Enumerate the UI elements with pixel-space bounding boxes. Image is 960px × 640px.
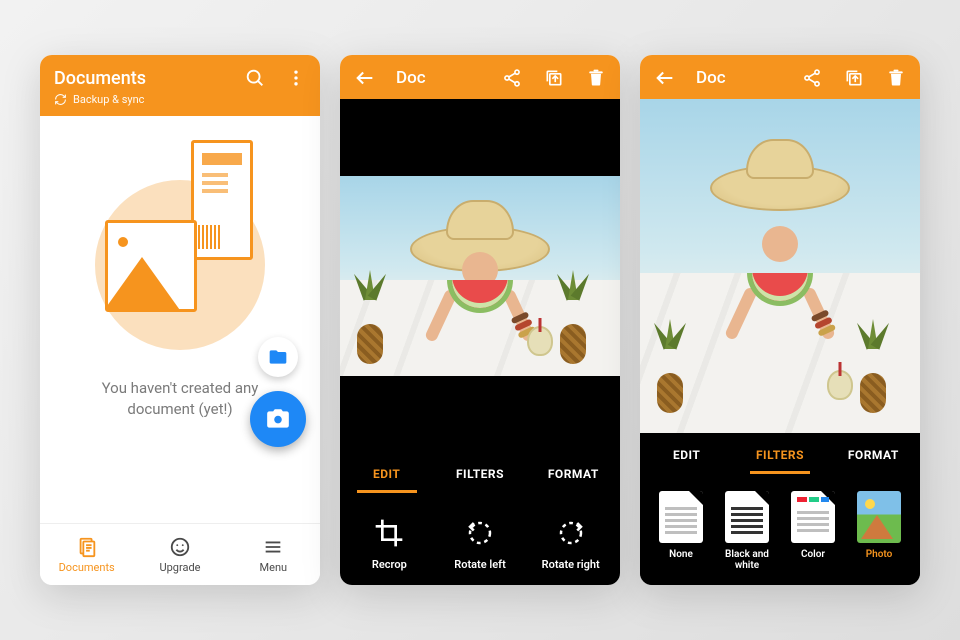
screen-title: Documents [54,68,230,89]
screen-title: Doc [696,68,788,88]
nav-label: Upgrade [159,561,200,574]
screen-filters: Doc [640,55,920,585]
tool-recrop[interactable]: Recrop [346,514,433,571]
backup-sync-button[interactable]: Backup & sync [54,93,306,106]
share-icon[interactable] [802,68,822,88]
app-bar: Doc [340,55,620,99]
tool-rotate-left[interactable]: Rotate left [437,514,524,571]
back-icon[interactable] [654,67,676,89]
export-icon[interactable] [844,68,864,88]
filter-photo[interactable]: Photo [850,491,908,571]
nav-label: Menu [260,561,288,574]
empty-illustration [85,140,275,350]
backup-sync-label: Backup & sync [73,93,144,106]
nav-upgrade[interactable]: Upgrade [133,524,226,585]
more-icon[interactable] [286,67,306,89]
filter-thumb [725,491,769,543]
document-preview[interactable] [340,99,620,452]
tab-filters[interactable]: FILTERS [433,467,526,481]
screen-documents: Documents Backup & sync You haven't crea… [40,55,320,585]
crop-icon [370,514,408,552]
empty-message: You haven't created any document (yet!) [90,378,270,420]
tool-label: Rotate right [542,558,600,571]
tool-label: Rotate left [454,558,506,571]
nav-menu[interactable]: Menu [227,524,320,585]
filter-bw[interactable]: Black and white [718,491,776,571]
share-icon[interactable] [502,68,522,88]
photo-placeholder [640,99,920,433]
empty-state: You haven't created any document (yet!) [40,116,320,523]
document-preview[interactable] [640,99,920,433]
search-icon[interactable] [244,67,266,89]
back-icon[interactable] [354,67,376,89]
photo-placeholder [340,176,620,376]
rotate-right-icon [552,514,590,552]
export-icon[interactable] [544,68,564,88]
tab-format[interactable]: FORMAT [527,467,620,481]
filter-thumb [857,491,901,543]
tab-filters[interactable]: FILTERS [733,448,826,462]
nav-documents[interactable]: Documents [40,524,133,585]
tab-edit[interactable]: EDIT [340,467,433,481]
edit-tools: Recrop Rotate left Rotate right [340,496,620,585]
tab-format[interactable]: FORMAT [827,448,920,462]
editor-tabs: EDIT FILTERS FORMAT [340,452,620,496]
filter-label: Black and white [718,549,776,571]
import-fab[interactable] [258,337,298,377]
bottom-nav: Documents Upgrade Menu [40,523,320,585]
editor-tabs: EDIT FILTERS FORMAT [640,433,920,477]
tool-label: Recrop [372,558,407,571]
tab-edit[interactable]: EDIT [640,448,733,462]
screen-title: Doc [396,68,488,88]
app-bar: Doc [640,55,920,99]
camera-fab[interactable] [250,391,306,447]
filter-thumb [659,491,703,543]
app-bar: Documents Backup & sync [40,55,320,116]
delete-icon[interactable] [586,68,606,88]
filter-label: Color [801,549,825,560]
rotate-left-icon [461,514,499,552]
filter-label: None [669,549,693,560]
nav-label: Documents [59,561,115,574]
filter-color[interactable]: Color [784,491,842,571]
delete-icon[interactable] [886,68,906,88]
tool-rotate-right[interactable]: Rotate right [527,514,614,571]
filter-none[interactable]: None [652,491,710,571]
filter-thumb [791,491,835,543]
filter-options: None Black and white Color [640,477,920,585]
filter-label: Photo [866,549,893,560]
screen-edit: Doc [340,55,620,585]
